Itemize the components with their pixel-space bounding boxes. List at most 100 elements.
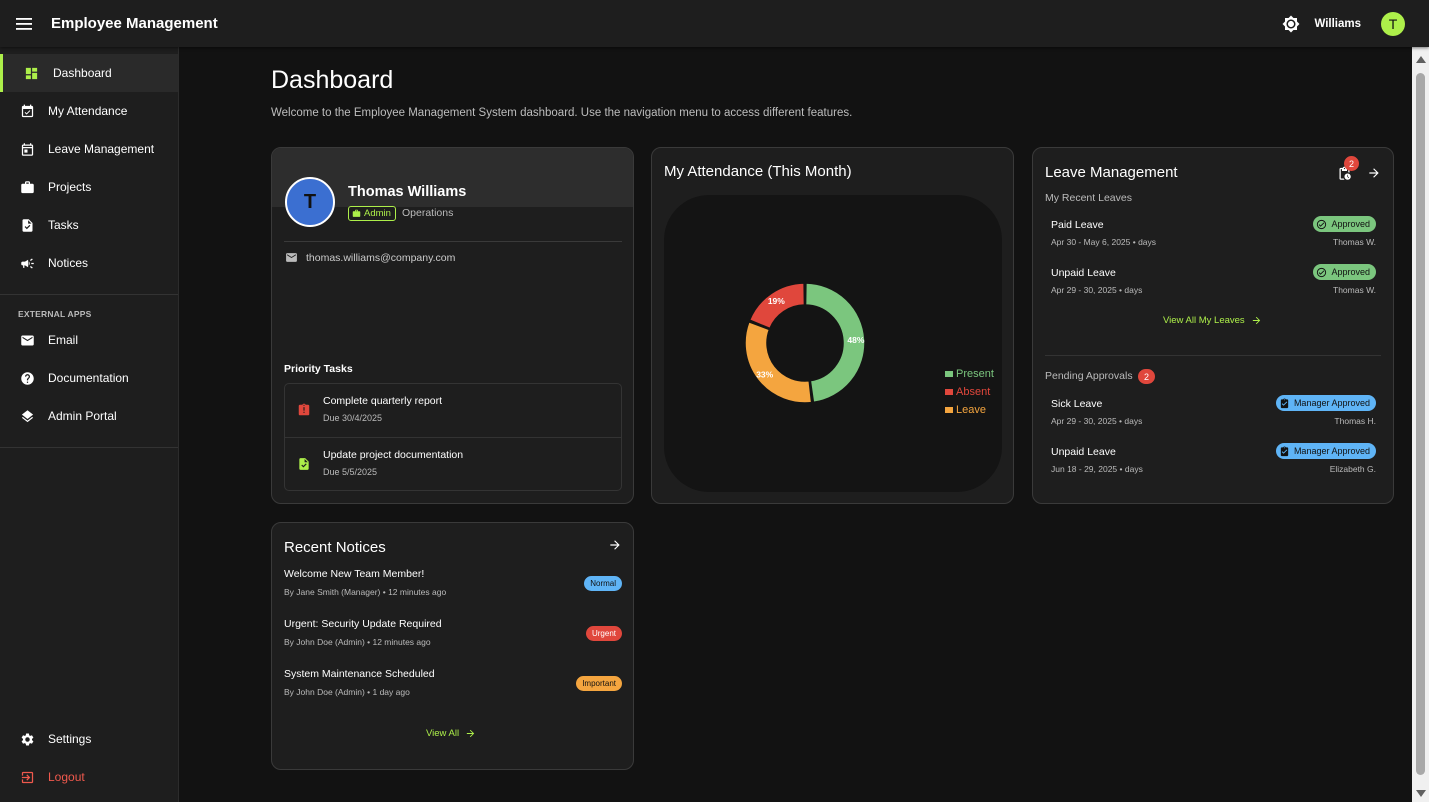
sidebar-divider (0, 447, 178, 448)
status-label: Manager Approved (1293, 398, 1370, 408)
sidebar-item-tasks[interactable]: Tasks (0, 206, 178, 244)
priority-badge: Important (576, 676, 622, 691)
task-due: Due 30/4/2025 (323, 413, 383, 423)
notice-item[interactable]: Welcome New Team Member! By Jane Smith (… (284, 568, 622, 608)
sidebar-item-dashboard[interactable]: Dashboard (0, 54, 178, 92)
report-priority-icon (297, 403, 311, 422)
leave-management-card: Leave Management 2 My Recent Leaves Paid… (1032, 147, 1394, 504)
pending-row[interactable]: Sick Leave Apr 29 - 30, 2025 • days Mana… (1051, 395, 1376, 438)
notice-item[interactable]: Urgent: Security Update Required By John… (284, 618, 622, 658)
user-name[interactable]: Williams (1314, 18, 1361, 30)
priority-tasks-list: Complete quarterly report Due 30/4/2025 … (284, 383, 622, 491)
sidebar-item-label: Email (48, 333, 79, 347)
donut-label-present: 48% (847, 335, 864, 345)
briefcase-icon (19, 179, 35, 195)
clipboard-check-icon (1279, 397, 1290, 409)
app-title: Employee Management (51, 15, 218, 32)
user-avatar[interactable]: T (1381, 11, 1405, 36)
notice-item[interactable]: System Maintenance Scheduled By John Doe… (284, 668, 622, 708)
sidebar-item-logout[interactable]: Logout (0, 758, 178, 796)
leave-type: Sick Leave (1051, 398, 1103, 410)
sidebar-item-label: My Attendance (48, 104, 128, 118)
legend-item-absent[interactable]: Absent (945, 383, 994, 401)
scroll-up-icon[interactable] (1416, 56, 1426, 63)
gear-icon (19, 731, 35, 747)
clipboard-check-icon (1279, 445, 1290, 457)
sidebar-item-label: Logout (48, 770, 85, 784)
sidebar-item-my-attendance[interactable]: My Attendance (0, 92, 178, 130)
scroll-thumb[interactable] (1416, 73, 1425, 775)
status-badge: Approved (1313, 216, 1376, 232)
sidebar-item-label: Dashboard (53, 66, 112, 80)
dashboard-icon (23, 65, 39, 81)
profile-card: T Thomas Williams Admin Operations thoma… (271, 147, 634, 504)
notice-title: System Maintenance Scheduled (284, 668, 435, 680)
admin-badge-icon (352, 209, 361, 218)
leave-approver: Thomas W. (1333, 237, 1376, 247)
pending-row[interactable]: Unpaid Leave Jun 18 - 29, 2025 • days Ma… (1051, 443, 1376, 486)
layers-icon (19, 408, 35, 424)
page-scrollbar[interactable] (1412, 47, 1429, 802)
profile-avatar: T (285, 177, 335, 227)
legend-item-present[interactable]: Present (945, 365, 994, 383)
leave-divider (1045, 355, 1381, 356)
arrow-forward-icon[interactable] (1365, 164, 1383, 182)
sidebar-item-leave-management[interactable]: Leave Management (0, 130, 178, 168)
leave-dates: Apr 29 - 30, 2025 • days (1051, 416, 1143, 426)
legend-swatch (945, 407, 953, 413)
sidebar: Dashboard My Attendance Leave Management… (0, 47, 179, 802)
notice-title: Welcome New Team Member! (284, 568, 425, 580)
arrow-forward-icon (1251, 315, 1262, 326)
view-all-notices-link[interactable]: View All (426, 728, 476, 739)
menu-icon[interactable] (0, 0, 48, 47)
leave-requester: Thomas H. (1334, 416, 1376, 426)
arrow-forward-icon[interactable] (606, 536, 624, 554)
legend-item-leave[interactable]: Leave (945, 401, 994, 419)
leave-dates: Apr 30 - May 6, 2025 • days (1051, 237, 1157, 247)
task-item[interactable]: Update project documentation Due 5/5/202… (285, 438, 621, 492)
profile-name: Thomas Williams (348, 184, 467, 200)
leave-dates: Jun 18 - 29, 2025 • days (1051, 464, 1143, 474)
leave-type: Paid Leave (1051, 219, 1104, 231)
sidebar-item-label: Leave Management (48, 142, 155, 156)
donut-slice-leave[interactable] (744, 320, 813, 404)
task-item[interactable]: Complete quarterly report Due 30/4/2025 (285, 384, 621, 438)
leave-row[interactable]: Unpaid Leave Apr 29 - 30, 2025 • days Ap… (1051, 264, 1376, 307)
pending-approvals-title: Pending Approvals (1045, 370, 1133, 382)
view-all-leaves-link[interactable]: View All My Leaves (1163, 315, 1262, 326)
sidebar-item-label: Projects (48, 180, 92, 194)
chart-legend: Present Absent Leave (945, 365, 994, 419)
mail-icon (19, 332, 35, 348)
attendance-chart: 48% 33% 19% Present Absent Leave (664, 195, 1002, 492)
sidebar-item-label: Notices (48, 256, 89, 270)
calendar-check-icon (19, 103, 35, 119)
sidebar-item-projects[interactable]: Projects (0, 168, 178, 206)
recent-notices-card: Recent Notices Welcome New Team Member! … (271, 522, 634, 770)
scroll-down-icon[interactable] (1416, 790, 1426, 797)
attendance-card: My Attendance (This Month) 48% 33% 19% Pre… (651, 147, 1014, 504)
sidebar-item-documentation[interactable]: Documentation (0, 359, 178, 397)
sidebar-item-admin-portal[interactable]: Admin Portal (0, 397, 178, 435)
role-badge: Admin (348, 206, 396, 221)
legend-label: Present (956, 368, 994, 380)
logout-icon (19, 769, 35, 785)
mail-icon (285, 251, 298, 264)
legend-swatch (945, 371, 953, 377)
sidebar-item-label: Settings (48, 732, 92, 746)
notice-meta: By John Doe (Admin) • 12 minutes ago (284, 637, 431, 647)
email-text[interactable]: thomas.williams@company.com (306, 252, 455, 264)
view-all-leaves-label: View All My Leaves (1163, 315, 1245, 326)
leave-row[interactable]: Paid Leave Apr 30 - May 6, 2025 • days A… (1051, 216, 1376, 259)
role-label: Admin (364, 208, 391, 219)
leave-approver: Thomas W. (1333, 285, 1376, 295)
pending-approvals-count: 2 (1138, 369, 1155, 384)
view-all-notices-label: View All (426, 728, 460, 739)
brightness-icon[interactable] (1278, 11, 1304, 37)
sidebar-item-notices[interactable]: Notices (0, 244, 178, 282)
legend-swatch (945, 389, 953, 395)
recent-leaves-title: My Recent Leaves (1045, 192, 1132, 204)
sidebar-item-email[interactable]: Email (0, 321, 178, 359)
department-label: Operations (402, 207, 454, 219)
status-label: Manager Approved (1293, 446, 1370, 456)
sidebar-item-settings[interactable]: Settings (0, 720, 178, 758)
